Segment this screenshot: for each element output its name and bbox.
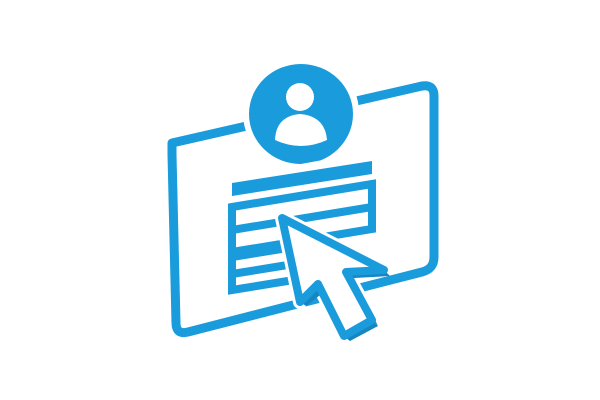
user-avatar-icon bbox=[249, 64, 353, 164]
user-profile-form-click-icon bbox=[167, 55, 439, 343]
icon-canvas bbox=[0, 0, 600, 400]
